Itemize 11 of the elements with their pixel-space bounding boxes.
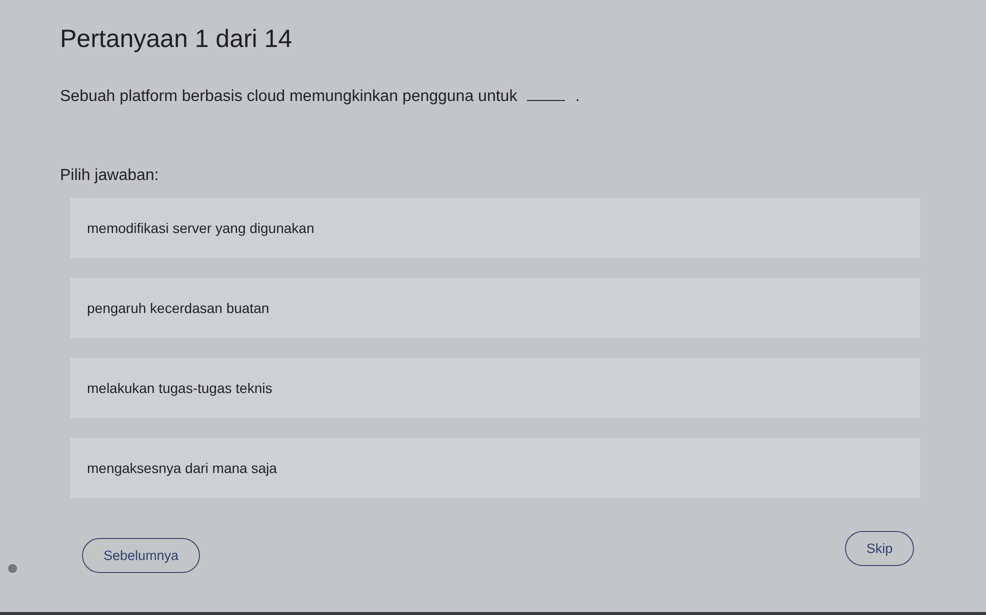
question-number-title: Pertanyaan 1 dari 14 (60, 24, 292, 54)
skip-button[interactable]: Skip (845, 531, 914, 566)
previous-button[interactable]: Sebelumnya (82, 538, 200, 573)
question-period: . (575, 87, 580, 107)
answer-option[interactable]: melakukan tugas-tugas teknis (70, 358, 920, 418)
answer-option[interactable]: memodifikasi server yang digunakan (70, 198, 920, 258)
dot-icon (8, 564, 17, 573)
answer-prompt: Pilih jawaban: (60, 166, 159, 186)
answer-option[interactable]: mengaksesnya dari mana saja (70, 438, 920, 498)
answer-option[interactable]: pengaruh kecerdasan buatan (70, 278, 920, 338)
question-text: Sebuah platform berbasis cloud memungkinkan pengguna untuk (60, 87, 518, 107)
